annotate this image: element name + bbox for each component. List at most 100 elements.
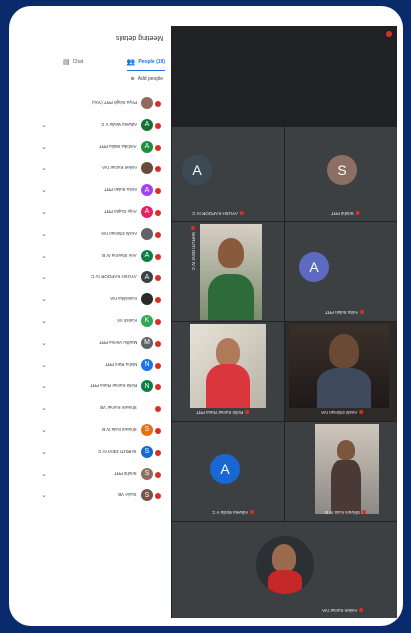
video-tile[interactable]: A AYUSH KAPOOR IV C <box>171 126 286 223</box>
video-tile[interactable]: Shivam Kala IV B <box>284 421 397 523</box>
muted-mic-icon <box>155 406 161 413</box>
participant-row[interactable]: Priya Singh PRT (You) <box>25 94 171 116</box>
participant-name: Shivani Kala IV B <box>102 426 137 432</box>
participant-row[interactable]: ⌄ AYUSH KAPOOR IV C A <box>25 268 171 290</box>
participant-name: AYUSH KAPOOR IV C <box>91 274 137 280</box>
participant-row[interactable]: ⌄ Adweta Walia V C A <box>25 116 171 138</box>
chevron-down-icon[interactable]: ⌄ <box>41 164 47 172</box>
chevron-down-icon[interactable]: ⌄ <box>41 382 47 390</box>
muted-mic-icon <box>155 362 161 369</box>
participant-body <box>268 570 302 594</box>
avatar: A <box>141 205 153 218</box>
avatar <box>141 97 153 109</box>
participant-face <box>216 338 240 366</box>
avatar: A <box>141 271 153 284</box>
chevron-down-icon[interactable]: ⌄ <box>41 273 47 281</box>
add-people-button[interactable]: ⊕ Add people <box>130 76 163 82</box>
video-tile[interactable]: A Anita Sulan PRT <box>284 221 397 323</box>
tab-chat[interactable]: ▤ Chat <box>63 54 83 70</box>
participant-row[interactable]: ⌄ Shivani Kala IV B S <box>25 421 171 443</box>
chevron-down-icon[interactable]: ⌄ <box>41 448 47 456</box>
participant-name: Anshi Dhiman IVA <box>100 230 137 236</box>
video-tile[interactable]: Rohit Kumar Rana PRT <box>171 321 286 423</box>
tab-people[interactable]: 👥 People (19) <box>126 54 165 71</box>
chevron-down-icon[interactable]: ⌄ <box>41 491 47 499</box>
participant-row[interactable]: ⌄ Ambika Walia PRT A <box>25 138 171 160</box>
chevron-down-icon[interactable]: ⌄ <box>41 186 47 194</box>
muted-mic-icon <box>155 231 161 238</box>
muted-mic-icon <box>359 608 364 613</box>
chevron-down-icon[interactable]: ⌄ <box>41 361 47 369</box>
tile-caption: Anshi Dhiman IVA <box>321 410 364 415</box>
participant-name: Shivam Kumar VB <box>100 405 137 411</box>
participant-row[interactable]: ⌄ Aniket Kumar IVA <box>25 159 171 181</box>
participant-row[interactable]: ⌄ Srishti PRT S <box>25 465 171 487</box>
participant-row[interactable]: ⌄ Rohit Kumar Rana PRT N <box>25 377 171 399</box>
participant-row[interactable]: ⌄ Anita Sulan PRT A <box>25 181 171 203</box>
participant-row[interactable]: ⌄ Arvi Sharma IV B A <box>25 247 171 269</box>
avatar: K <box>141 314 153 327</box>
participant-name: Aniket Kumar IVA <box>101 165 137 171</box>
participant-row[interactable]: ⌄ Kanishka IVA <box>25 290 171 312</box>
participant-body <box>206 364 250 408</box>
avatar: A <box>141 118 153 131</box>
chevron-down-icon[interactable]: ⌄ <box>41 295 47 303</box>
chevron-down-icon[interactable]: ⌄ <box>41 426 47 434</box>
tile-caption: Rohit Kumar Rana PRT <box>196 410 250 415</box>
participant-name: Srishti PRT <box>114 470 137 476</box>
participant-row[interactable]: ⌄ Suzie VB S <box>25 486 171 508</box>
participant-video <box>190 324 266 408</box>
chevron-down-icon[interactable]: ⌄ <box>41 121 47 129</box>
video-tile[interactable]: A Adweta Walia V C <box>171 421 286 523</box>
avatar: N <box>141 380 153 393</box>
muted-mic-icon <box>362 510 367 515</box>
chevron-down-icon[interactable]: ⌄ <box>41 208 47 216</box>
avatar: M <box>141 336 153 349</box>
chevron-down-icon[interactable]: ⌄ <box>41 317 47 325</box>
participant-video <box>289 324 389 408</box>
participant-list: Priya Singh PRT (You) ⌄ Adweta Walia V C A ⌄… <box>25 94 171 508</box>
participant-row[interactable]: ⌄ Madhu Verma PRT M <box>25 334 171 356</box>
video-tile[interactable]: Anshi Dhiman IVA <box>284 321 397 423</box>
participant-face <box>337 440 355 460</box>
video-tile[interactable]: Aniket Kumar IVA <box>171 521 397 618</box>
chevron-down-icon[interactable]: ⌄ <box>41 143 47 151</box>
video-tile[interactable]: SHRUTI DEVI IV C <box>171 221 286 323</box>
muted-mic-icon <box>155 340 161 347</box>
tile-caption: Srishti PRT <box>331 211 360 216</box>
muted-mic-icon <box>155 427 161 434</box>
avatar: A <box>141 140 153 153</box>
tile-avatar: A <box>210 454 240 484</box>
participant-row[interactable]: ⌄ SHRUTI DEVI IV C S <box>25 443 171 465</box>
chevron-down-icon[interactable]: ⌄ <box>41 404 47 412</box>
muted-mic-icon <box>359 410 364 415</box>
chevron-down-icon[interactable]: ⌄ <box>41 339 47 347</box>
chevron-down-icon[interactable]: ⌄ <box>41 230 47 238</box>
meet-window: Meeting details ▤ Chat 👥 People (19) ⊕ A… <box>25 26 397 618</box>
participant-name: Rohit Kumar Rana PRT <box>89 383 137 389</box>
participant-name: SHRUTI DEVI IV C <box>98 448 137 454</box>
participant-video <box>315 424 379 514</box>
muted-mic-icon <box>239 211 244 216</box>
chevron-down-icon[interactable]: ⌄ <box>41 252 47 260</box>
video-tile[interactable]: S Srishti PRT <box>284 126 397 223</box>
participant-row[interactable]: ⌄ Karish VA K <box>25 312 171 334</box>
participant-row[interactable]: ⌄ Anshi Dhiman IVA <box>25 225 171 247</box>
panel-title: Meeting details <box>115 34 163 41</box>
participant-name: Suzie VB <box>118 492 137 498</box>
tile-avatar: A <box>299 252 329 282</box>
video-grid: A AYUSH KAPOOR IV C S Srishti PRT SHRUTI… <box>171 26 397 618</box>
participant-row[interactable]: ⌄ Shivam Kumar VB <box>25 399 171 421</box>
muted-mic-icon <box>155 122 161 129</box>
chevron-down-icon[interactable]: ⌄ <box>41 470 47 478</box>
avatar <box>141 402 153 415</box>
muted-mic-icon <box>355 211 360 216</box>
avatar <box>141 162 153 175</box>
add-people-label: Add people <box>137 76 163 82</box>
muted-mic-icon <box>155 275 161 282</box>
participant-row[interactable]: ⌄ Anju Gupta PRT A <box>25 203 171 225</box>
avatar: A <box>141 184 153 197</box>
participant-row[interactable]: ⌄ Nisha Rani PRT N <box>25 356 171 378</box>
avatar: A <box>141 249 153 262</box>
avatar: S <box>141 489 153 502</box>
